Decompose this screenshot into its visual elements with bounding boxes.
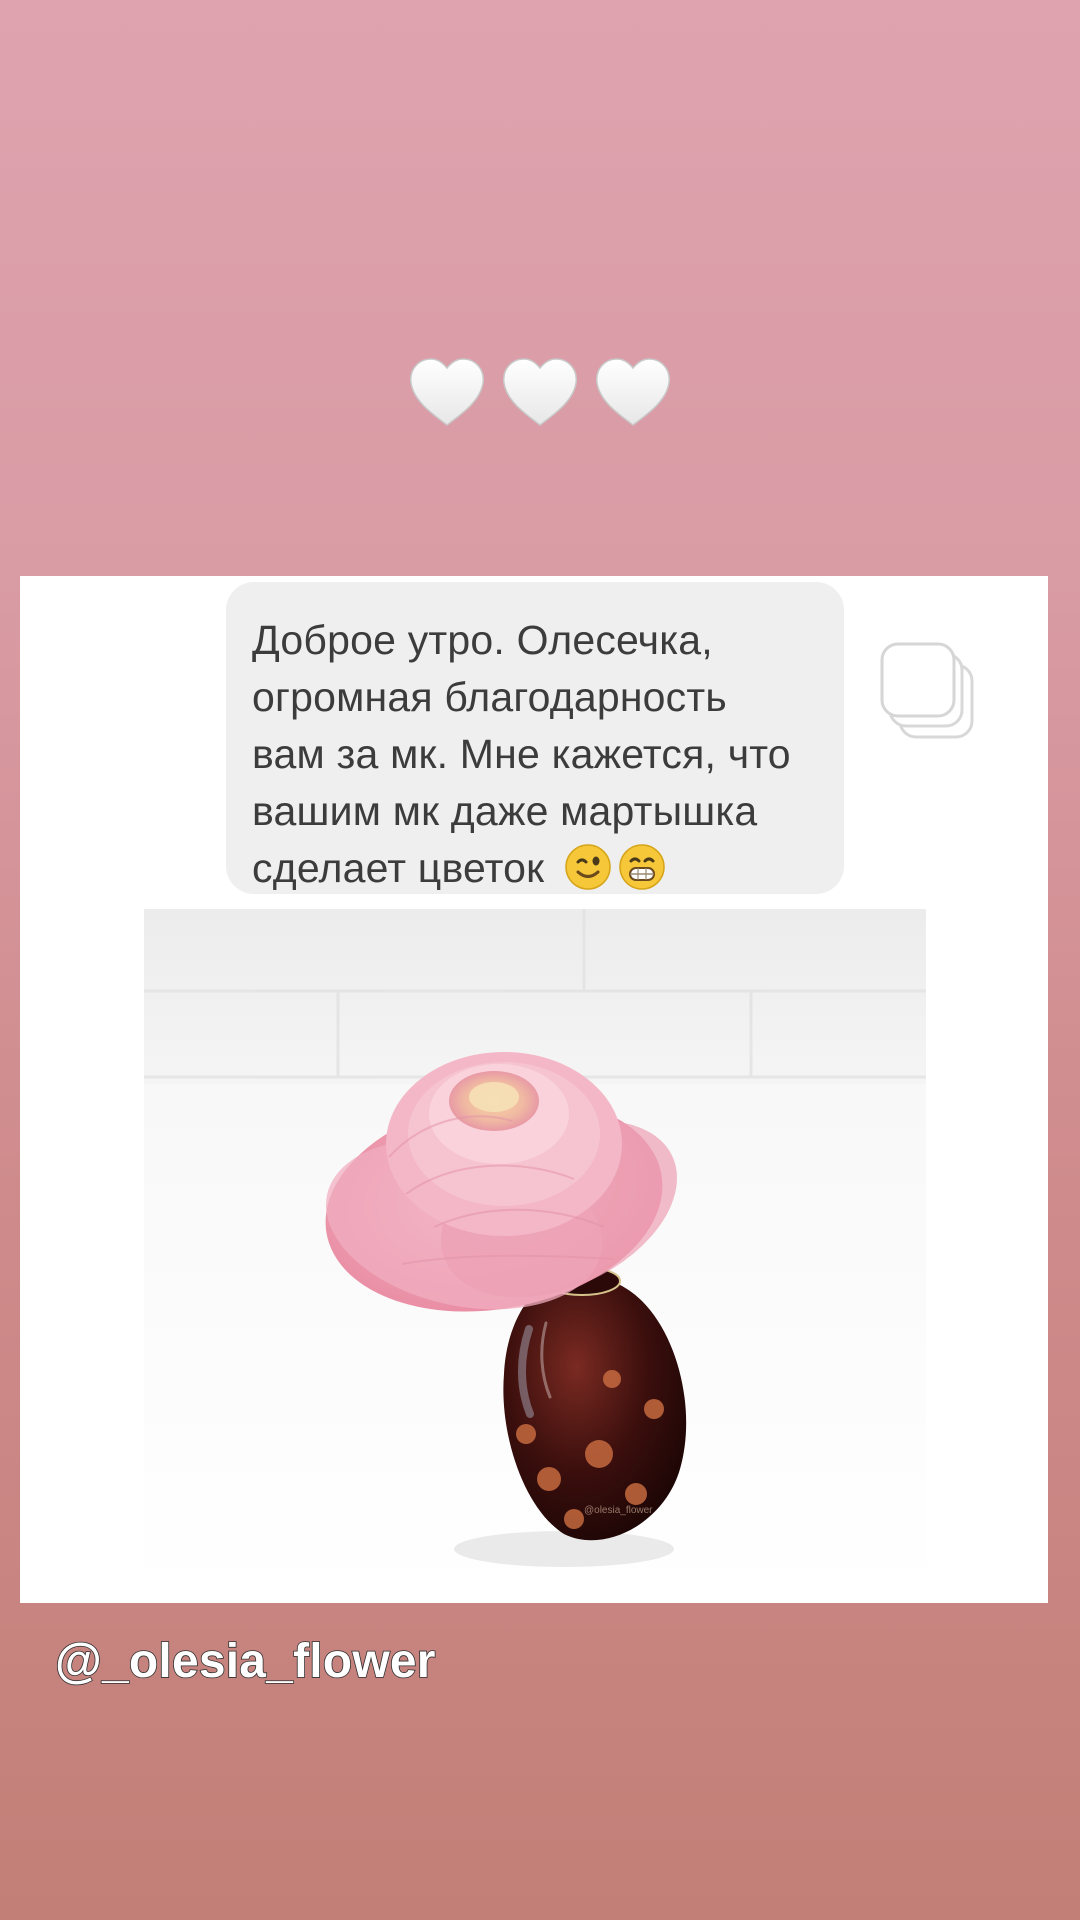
message-bubble: Доброе утро. Олесечка, огромная благодар… <box>226 582 844 894</box>
white-heart-icon <box>503 358 577 426</box>
flower-photo: @olesia_flower <box>144 909 926 1597</box>
message-line: вам за мк. Мне кажется, что <box>252 731 791 777</box>
message-line-last: сделает цветок <box>252 840 818 897</box>
grin-emoji-icon <box>619 844 665 890</box>
multiple-photos-icon <box>880 642 976 742</box>
wink-emoji-icon <box>565 844 611 890</box>
hearts-row <box>405 350 675 432</box>
white-heart-icon <box>410 358 484 426</box>
message-line: огромная благодарность <box>252 674 727 720</box>
message-line: вашим мк даже мартышка <box>252 788 758 834</box>
message-line: сделает цветок <box>252 845 545 891</box>
message-screenshot-card: Доброе утро. Олесечка, огромная благодар… <box>20 576 1048 1603</box>
emoji-group <box>564 843 666 891</box>
watermark-text: @olesia_flower <box>584 1505 653 1516</box>
message-line: Доброе утро. Олесечка, <box>252 617 713 663</box>
white-heart-icon <box>596 358 670 426</box>
username-handle[interactable]: @_olesia_flower <box>54 1634 436 1690</box>
